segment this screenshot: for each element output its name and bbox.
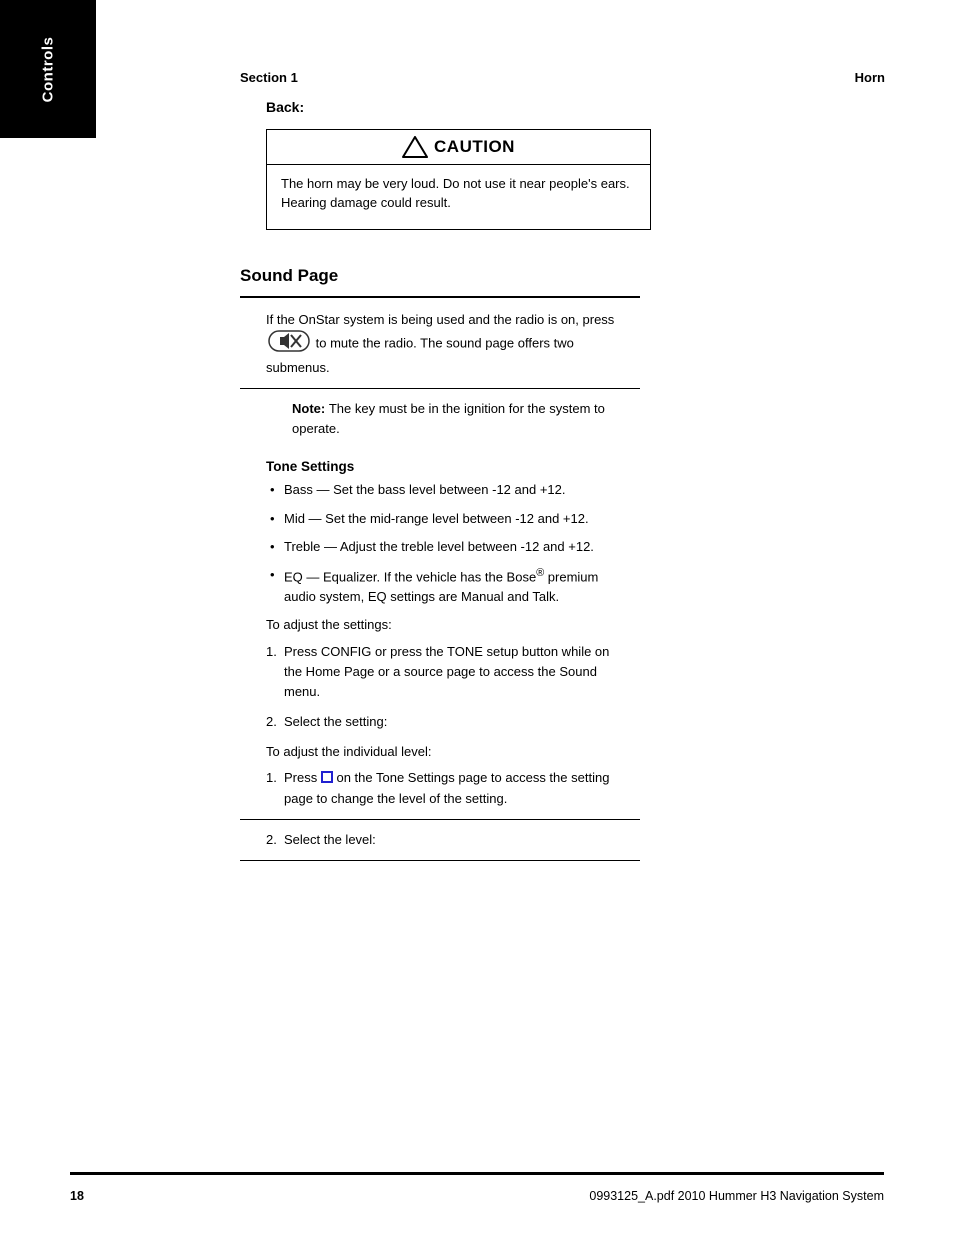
step-2: 2.Select the setting: — [284, 712, 624, 732]
step-1: 1.Press CONFIG or press the TONE setup b… — [284, 642, 624, 702]
bullet-eq: EQ — Equalizer. If the vehicle has the B… — [284, 565, 624, 608]
content-area: Section 1 Horn Back: CAUTION The horn ma… — [240, 70, 885, 871]
square-button-icon — [321, 769, 333, 789]
bullet-bass: Bass — Set the bass level between -12 an… — [284, 480, 624, 500]
caution-box: CAUTION The horn may be very loud. Do no… — [266, 129, 651, 230]
section-rule-2 — [240, 388, 640, 389]
bullet-mid: Mid — Set the mid-range level between -1… — [284, 509, 624, 529]
sound-intro-para: If the OnStar system is being used and t… — [266, 310, 626, 378]
side-tab: Controls — [0, 0, 96, 138]
section-number: Section 1 — [240, 70, 298, 85]
footer-text: 0993125_A.pdf 2010 Hummer H3 Navigation … — [589, 1189, 884, 1203]
adjust-intro-2: To adjust the individual level: — [266, 742, 626, 762]
section-rule-3 — [240, 819, 640, 820]
caution-heading-text: CAUTION — [434, 137, 515, 157]
page-header: Section 1 Horn — [240, 70, 885, 85]
caution-header: CAUTION — [267, 130, 650, 165]
callout-label: Back: — [266, 99, 885, 115]
section-rule — [240, 296, 640, 298]
adjust-intro: To adjust the settings: — [266, 615, 626, 635]
footer-rule — [70, 1172, 884, 1175]
footer: 18 0993125_A.pdf 2010 Hummer H3 Navigati… — [70, 1189, 884, 1203]
sound-page-heading: Sound Page — [240, 266, 885, 286]
caution-triangle-icon — [402, 136, 428, 158]
step2-2: 2.Select the level: — [284, 830, 624, 850]
mute-button-icon — [268, 330, 310, 358]
side-tab-label: Controls — [39, 36, 56, 102]
note-text: Note: The key must be in the ignition fo… — [292, 399, 622, 439]
section-rule-4 — [240, 860, 640, 861]
caution-body-text: The horn may be very loud. Do not use it… — [267, 165, 650, 229]
tone-settings-label: Tone Settings — [266, 459, 885, 474]
page-title: Horn — [855, 70, 885, 85]
step2-1: 1. Press on the Tone Settings page to ac… — [284, 768, 624, 809]
bullet-treble: Treble — Adjust the treble level between… — [284, 537, 624, 557]
page-number: 18 — [70, 1189, 84, 1203]
